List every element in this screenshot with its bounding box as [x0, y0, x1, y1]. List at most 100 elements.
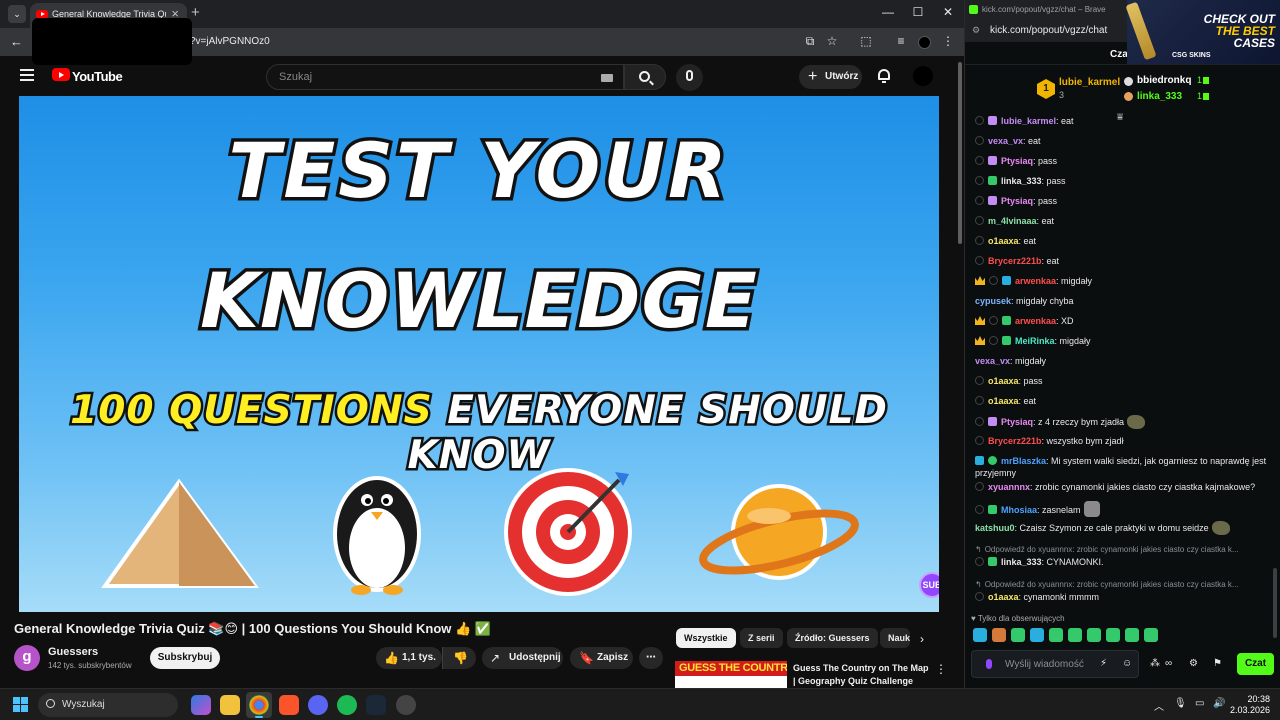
bookmark-star-icon[interactable]: ☆	[824, 34, 840, 48]
emote-icon[interactable]	[1144, 628, 1158, 642]
voice-icon[interactable]	[986, 659, 992, 669]
create-button[interactable]: + Utwórz	[799, 65, 862, 89]
chat-username[interactable]: xyuannnx	[988, 482, 1030, 492]
volume-icon[interactable]: 🔊	[1213, 698, 1225, 709]
emote-icon[interactable]	[1030, 628, 1044, 642]
chat-username[interactable]: linka_333	[1001, 176, 1042, 186]
channel-name[interactable]: Guessers	[48, 646, 98, 658]
chips-next-chevron-icon[interactable]: ›	[920, 632, 924, 646]
spotify-icon[interactable]	[337, 695, 357, 715]
brave-icon[interactable]	[279, 695, 299, 715]
hamburger-menu-icon[interactable]	[20, 69, 34, 84]
chat-scrollbar[interactable]	[1273, 118, 1277, 658]
video-player[interactable]: TEST YOUR KNOWLEDGE 100 QUESTIONS EVERYO…	[19, 96, 939, 612]
taskbar-clock[interactable]: 20:38 2.03.2026	[1230, 694, 1270, 716]
new-tab-button[interactable]: +	[191, 4, 200, 21]
chat-username[interactable]: mrBlaszka	[1001, 456, 1046, 466]
subscribe-button[interactable]: Subskrybuj	[150, 647, 220, 669]
windows-start-icon[interactable]	[13, 697, 29, 713]
profile-avatar[interactable]	[918, 36, 931, 49]
page-scrollbar[interactable]	[956, 56, 964, 688]
chat-username[interactable]: lubie_karmel	[1001, 116, 1056, 126]
chrome-icon[interactable]	[249, 695, 269, 715]
extensions-icon[interactable]: ⬚	[858, 34, 874, 48]
chat-username[interactable]: vexa_vx	[975, 356, 1010, 366]
chat-username[interactable]: o1aaxa	[988, 396, 1019, 406]
emote-icon[interactable]	[1106, 628, 1120, 642]
chat-message-input[interactable]: Wyślij wiadomość ⚡ ☺	[971, 650, 1139, 678]
steam-icon[interactable]	[366, 695, 386, 715]
command-icon[interactable]: ⚡	[1100, 658, 1107, 669]
emoji-icon[interactable]: ☺	[1122, 658, 1132, 669]
file-explorer-icon[interactable]	[220, 695, 240, 715]
chip-series[interactable]: Z serii	[740, 628, 783, 648]
browser-menu-icon[interactable]: ⋮	[940, 34, 956, 48]
chip-science[interactable]: Nauk	[880, 628, 910, 648]
chat-username[interactable]: m_4lvinaaa	[988, 216, 1037, 226]
network-icon[interactable]: ▭	[1195, 698, 1204, 709]
tab-search-button[interactable]: ⌄	[8, 5, 26, 23]
share-button[interactable]: ↗ Udostępnij	[482, 647, 563, 669]
chat-username[interactable]: linka_333	[1001, 557, 1042, 567]
emote-icon[interactable]	[1087, 628, 1101, 642]
gifter-3-name[interactable]: linka_333	[1137, 91, 1182, 102]
media-control-icon[interactable]: ≡	[893, 34, 909, 48]
chat-username[interactable]: o1aaxa	[988, 236, 1019, 246]
chat-username[interactable]: arwenkaa	[1015, 316, 1056, 326]
back-arrow-icon[interactable]: ←	[10, 34, 23, 49]
channel-avatar[interactable]: g	[14, 645, 40, 671]
chat-username[interactable]: Brycerz221b	[988, 436, 1042, 446]
discord-icon[interactable]	[308, 695, 328, 715]
chip-all[interactable]: Wszystkie	[676, 628, 736, 648]
tray-chevron-icon[interactable]: ︿	[1154, 698, 1164, 713]
csgoskins-ad-banner[interactable]: CHECK OUT THE BEST CASES CSG SKINS	[1125, 0, 1280, 64]
emote-icon[interactable]	[1125, 628, 1139, 642]
chat-username[interactable]: cypusek	[975, 296, 1011, 306]
emote-icon[interactable]	[992, 628, 1006, 642]
search-input[interactable]: Szukaj	[266, 64, 624, 90]
chat-username[interactable]: o1aaxa	[988, 592, 1019, 602]
chat-username[interactable]: Ptysiaq	[1001, 196, 1033, 206]
subscribe-watermark[interactable]: SUB	[919, 572, 939, 598]
voice-search-button[interactable]	[676, 64, 703, 91]
save-button[interactable]: 🔖 Zapisz	[570, 647, 633, 669]
link-icon[interactable]: ∞	[1165, 658, 1172, 669]
youtube-logo-icon[interactable]	[52, 68, 70, 81]
users-icon[interactable]: ⁂	[1150, 658, 1160, 669]
close-window-button[interactable]: ✕	[938, 5, 958, 19]
address-bar[interactable]: ?v=jAlvPGNNOz0	[190, 36, 270, 47]
emote-icon[interactable]	[1049, 628, 1063, 642]
search-button[interactable]	[624, 64, 666, 90]
obs-icon[interactable]	[396, 695, 416, 715]
more-actions-button[interactable]: ⋯	[639, 647, 663, 669]
taskbar-search[interactable]: Wyszukaj	[38, 693, 178, 717]
emote-icon[interactable]	[973, 628, 987, 642]
maximize-button[interactable]: ☐	[908, 5, 928, 19]
chat-username[interactable]: Ptysiaq	[1001, 417, 1033, 427]
like-button[interactable]: 👍 1,1 tys.	[376, 647, 442, 669]
minimize-button[interactable]: —	[878, 5, 898, 19]
emote-icon[interactable]	[1011, 628, 1025, 642]
chat-username[interactable]: o1aaxa	[988, 376, 1019, 386]
top-gifter-name[interactable]: lubie_karmel	[1059, 77, 1120, 88]
dislike-button[interactable]: 👎	[442, 647, 476, 669]
chat-username[interactable]: arwenkaa	[1015, 276, 1056, 286]
recommendation-more-icon[interactable]: ⋮	[935, 662, 947, 676]
settings-gear-icon[interactable]: ⚙	[1189, 658, 1198, 669]
chat-username[interactable]: katshuu0	[975, 523, 1015, 533]
site-info-icon[interactable]: ⚙	[972, 25, 980, 36]
emote-icon[interactable]	[1068, 628, 1082, 642]
chip-source[interactable]: Źródło: Guessers	[787, 628, 878, 648]
chat-username[interactable]: vexa_vx	[988, 136, 1023, 146]
chat-username[interactable]: MeiRinka	[1015, 336, 1055, 346]
copilot-icon[interactable]	[191, 695, 211, 715]
chat-username[interactable]: Mhosiaa	[1001, 505, 1037, 515]
chat-username[interactable]: Brycerz221b	[988, 256, 1042, 266]
recommendation-thumbnail[interactable]: GUESS THE COUNTRY	[675, 661, 787, 688]
chat-username[interactable]: Ptysiaq	[1001, 156, 1033, 166]
microphone-tray-icon[interactable]: 🎙	[1174, 698, 1187, 709]
recommendation-title[interactable]: Guess The Country on The Map | Geography…	[793, 662, 931, 688]
keyboard-icon[interactable]	[601, 74, 613, 82]
cast-icon[interactable]: ⧉	[802, 34, 818, 49]
chat-options-icon[interactable]: ⚑	[1213, 658, 1222, 669]
